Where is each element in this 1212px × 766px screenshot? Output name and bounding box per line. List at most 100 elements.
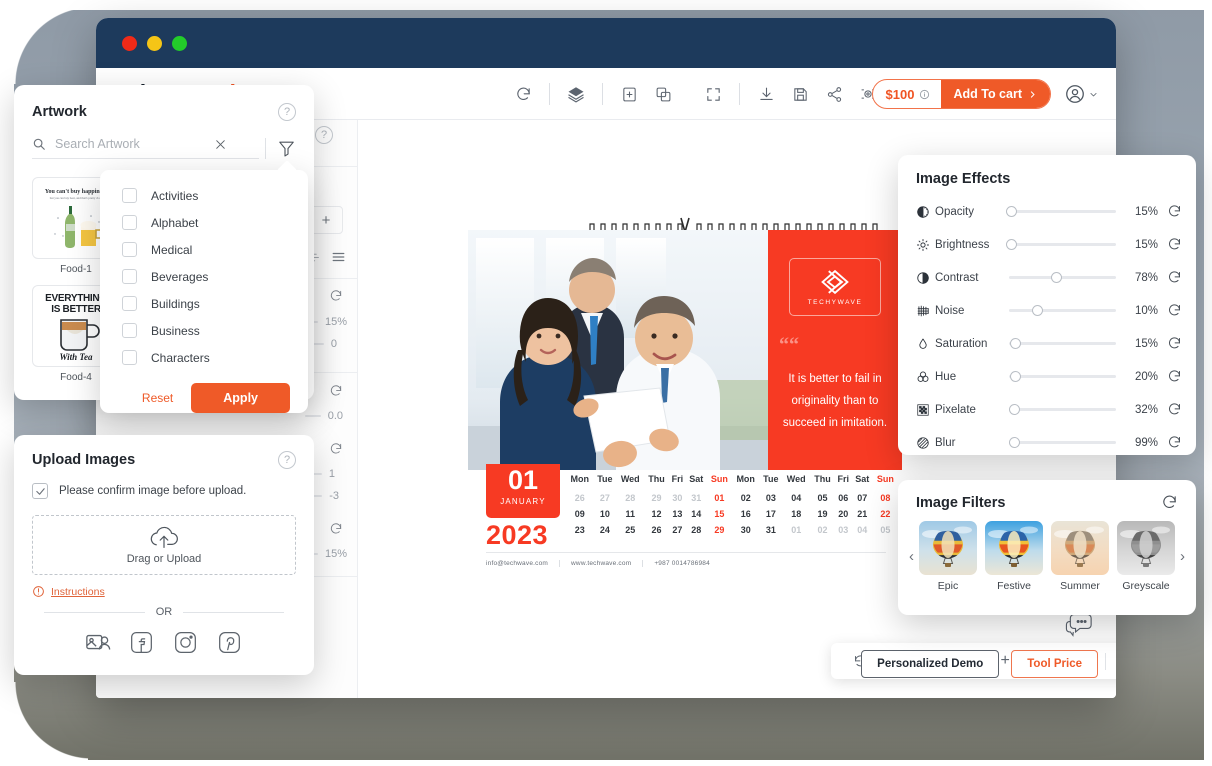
filter-preview[interactable] — [919, 521, 977, 575]
close-icon[interactable] — [214, 138, 227, 151]
apply-button[interactable]: Apply — [191, 383, 290, 413]
slider-ghost-3[interactable]: 0.0 — [304, 410, 343, 422]
gallery-icon[interactable] — [85, 630, 111, 656]
effect-reset-button[interactable] — [1158, 204, 1182, 219]
reset-button[interactable]: Reset — [142, 391, 173, 405]
pinterest-icon[interactable] — [217, 630, 243, 656]
slider-knob[interactable] — [1006, 238, 1018, 250]
instructions-link[interactable]: Instructions — [51, 586, 105, 598]
confirm-row[interactable]: Please confirm image before upload. — [14, 469, 314, 499]
image-filter-item[interactable]: Summer — [1051, 521, 1109, 592]
filter-option[interactable]: Characters — [100, 344, 308, 371]
personalized-demo-button[interactable]: Personalized Demo — [861, 650, 1000, 678]
effect-slider[interactable] — [1006, 238, 1116, 250]
reset-ghost-3[interactable] — [329, 442, 343, 456]
filter-preview[interactable] — [1051, 521, 1109, 575]
tool-price-button[interactable]: Tool Price — [1011, 650, 1098, 678]
panel-help-ghost[interactable]: ? — [315, 126, 333, 144]
effect-slider[interactable] — [1009, 337, 1116, 349]
share-icon[interactable] — [817, 77, 851, 111]
filter-checkbox[interactable] — [122, 242, 137, 257]
slider-knob[interactable] — [1031, 304, 1043, 316]
slider-knob[interactable] — [1009, 403, 1021, 415]
filter-preview[interactable] — [985, 521, 1043, 575]
reset-ghost-4[interactable] — [329, 522, 343, 536]
window-close-button[interactable] — [122, 35, 137, 51]
filter-option[interactable]: Business — [100, 317, 308, 344]
chevron-right-icon[interactable]: › — [1175, 548, 1190, 565]
help-icon[interactable]: ? — [278, 451, 296, 469]
add-to-cart-button[interactable]: Add To cart — [941, 80, 1050, 108]
artwork-search-field[interactable] — [32, 137, 259, 159]
filter-checkbox[interactable] — [122, 269, 137, 284]
dropzone[interactable]: Drag or Upload — [32, 515, 296, 575]
funnel-icon[interactable] — [277, 139, 296, 158]
filter-checkbox[interactable] — [122, 215, 137, 230]
effect-slider[interactable] — [1009, 304, 1116, 316]
effect-reset-button[interactable] — [1158, 369, 1182, 384]
calendar-day-cell: 30 — [672, 493, 683, 503]
filter-option[interactable]: Buildings — [100, 290, 308, 317]
help-icon[interactable]: ? — [278, 103, 296, 121]
slider-knob[interactable] — [1009, 436, 1021, 448]
calendar-day-header: Sun — [710, 474, 728, 484]
rotate-icon[interactable] — [506, 77, 540, 111]
add-frame-icon[interactable] — [612, 77, 646, 111]
confirm-checkbox[interactable] — [32, 483, 48, 499]
filter-option[interactable]: Beverages — [100, 263, 308, 290]
save-icon[interactable] — [783, 77, 817, 111]
effect-slider[interactable] — [1009, 271, 1116, 283]
duplicate-icon[interactable] — [646, 77, 680, 111]
image-filter-item[interactable]: Festive — [985, 521, 1043, 592]
slider-knob[interactable] — [1010, 370, 1022, 382]
contrast-icon — [916, 271, 935, 285]
effect-reset-button[interactable] — [1158, 402, 1182, 417]
window-minimize-button[interactable] — [147, 35, 162, 51]
download-icon[interactable] — [749, 77, 783, 111]
reset-ghost-2[interactable] — [329, 384, 343, 398]
layers-icon[interactable] — [559, 77, 593, 111]
effect-reset-button[interactable] — [1158, 336, 1182, 351]
calendar-day-header: Sat — [855, 474, 870, 484]
filters-reset-button[interactable] — [1161, 494, 1178, 511]
account-menu[interactable] — [1064, 83, 1098, 105]
fullscreen-icon[interactable] — [696, 77, 730, 111]
effect-slider[interactable] — [1009, 436, 1116, 448]
facebook-icon[interactable] — [129, 630, 155, 656]
chevron-left-icon[interactable]: ‹ — [904, 548, 919, 565]
instagram-icon[interactable] — [173, 630, 199, 656]
effect-slider[interactable] — [1009, 403, 1116, 415]
effect-reset-button[interactable] — [1158, 303, 1182, 318]
filter-option[interactable]: Alphabet — [100, 209, 308, 236]
instructions-row[interactable]: Instructions — [14, 575, 314, 598]
search-divider — [265, 137, 266, 159]
window-maximize-button[interactable] — [172, 35, 187, 51]
add-button-ghost[interactable]: + — [309, 206, 343, 234]
help-icon[interactable]: ? — [315, 126, 333, 144]
slider-knob[interactable] — [1010, 337, 1022, 349]
effect-slider[interactable] — [1009, 370, 1116, 382]
price-info-icon[interactable] — [919, 89, 930, 100]
filter-checkbox[interactable] — [122, 323, 137, 338]
slider-knob[interactable] — [1006, 205, 1018, 217]
chat-icon[interactable] — [1065, 612, 1093, 638]
image-filter-item[interactable]: Greyscale — [1117, 521, 1175, 592]
effect-reset-button[interactable] — [1158, 237, 1182, 252]
filter-option[interactable]: Activities — [100, 182, 308, 209]
filter-checkbox[interactable] — [122, 188, 137, 203]
filter-option[interactable]: Medical — [100, 236, 308, 263]
filter-checkbox[interactable] — [122, 350, 137, 365]
image-filter-item[interactable]: Epic — [919, 521, 977, 592]
price-segment[interactable]: $100 — [873, 80, 942, 108]
filter-checkbox[interactable] — [122, 296, 137, 311]
calendar-artwork[interactable]: TECHYWAVE ““ It is better to fail in ori… — [468, 216, 902, 567]
search-input[interactable] — [55, 137, 205, 151]
reset-canvas-button[interactable] — [1114, 646, 1116, 676]
filter-preview[interactable] — [1117, 521, 1175, 575]
slider-knob[interactable] — [1051, 271, 1063, 283]
effect-reset-button[interactable] — [1158, 270, 1182, 285]
effect-value: 99% — [1134, 436, 1158, 449]
effect-slider[interactable] — [1006, 205, 1116, 217]
calendar-photo[interactable] — [468, 230, 768, 470]
effect-reset-button[interactable] — [1158, 435, 1182, 450]
